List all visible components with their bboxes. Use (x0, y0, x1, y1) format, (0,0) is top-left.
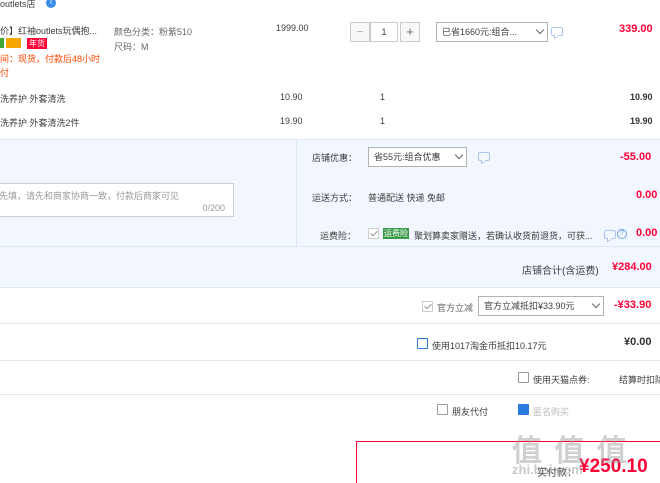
official-discount-label: 官方立减 (437, 303, 474, 313)
insurance-badge: 运费险 (383, 228, 409, 239)
quantity-minus-button[interactable]: − (350, 22, 370, 42)
service-price: 19.90 (280, 116, 303, 126)
chevron-down-icon (454, 150, 464, 160)
promo-tag: 年货 (27, 38, 47, 49)
insurance-checkbox[interactable] (368, 228, 379, 239)
item-subtotal: 339.00 (619, 23, 653, 35)
delivery-note: 间：现货，付款后48小时 (0, 54, 101, 64)
insurance-label: 运费险： (320, 231, 357, 241)
service-name: 洗养护 外套清洗 (0, 94, 66, 104)
shop-discount-label: 店铺优惠： (312, 153, 358, 163)
insurance-text: 聚划算卖家赠送，若确认收货前退货，可获... (414, 231, 592, 241)
coins-checkbox[interactable] (417, 338, 428, 349)
service-total: 10.90 (630, 92, 653, 102)
vertical-divider (296, 140, 297, 246)
service-total: 19.90 (630, 116, 653, 126)
friend-pay-checkbox[interactable] (437, 404, 448, 415)
item-discount-select-value: 已省1660元:组合... (442, 27, 518, 37)
service-qty: 1 (380, 92, 386, 102)
divider (0, 287, 660, 288)
buyer-message-placeholder: 先填，请先和商家协商一致，付款后商家可见 (0, 191, 180, 201)
coins-label: 使用1017淘金币抵扣10.17元 (432, 341, 547, 351)
tmall-card-label: 使用天猫点券: (533, 375, 590, 385)
chat-icon[interactable] (478, 152, 490, 161)
official-discount-select-value: 官方立减抵扣¥33.90元 (484, 301, 575, 311)
friend-pay-label: 朋友代付 (452, 407, 489, 417)
quantity-input[interactable]: 1 (370, 22, 398, 42)
watermark: 值 值 值 zhi.bai.com (508, 424, 660, 483)
shop-discount-select[interactable]: 省55元:组合优惠 (368, 147, 467, 167)
chevron-down-icon (535, 25, 545, 35)
divider (0, 246, 660, 247)
official-discount-select[interactable]: 官方立减抵扣¥33.90元 (478, 296, 604, 316)
item-title[interactable]: 价】红袖outlets玩偶抱... (0, 24, 97, 37)
anonymous-checkbox[interactable] (518, 404, 529, 415)
shop-info-icon[interactable]: i (46, 0, 56, 8)
item-icons (0, 37, 24, 49)
service-qty: 1 (380, 116, 386, 126)
official-discount-checkbox[interactable] (422, 301, 433, 312)
shipping-label: 运送方式： (312, 193, 358, 203)
shop-discount-select-value: 省55元:组合优惠 (374, 152, 441, 162)
chevron-down-icon (591, 299, 601, 309)
shipping-method: 普通配送 快递 免邮 (368, 193, 446, 203)
help-icon[interactable]: ? (617, 229, 627, 239)
quantity-plus-button[interactable]: + (400, 22, 420, 42)
buyer-message-input[interactable]: 先填，请先和商家协商一致，付款后商家可见 0/200 (0, 183, 234, 217)
shop-total-label: 店铺合计(含运费) (522, 266, 599, 277)
insurance-amount: 0.00 (636, 227, 658, 239)
delivery-note-2: 付 (0, 68, 10, 78)
shop-total-amount: ¥284.00 (612, 261, 652, 273)
card-icon (6, 38, 21, 48)
official-discount-amount: -¥33.90 (614, 299, 652, 311)
divider (0, 139, 660, 140)
buyer-message-counter: 0/200 (202, 203, 225, 213)
tmall-card-note: 结算时扣除 (619, 375, 660, 385)
tmall-card-checkbox[interactable] (518, 372, 529, 383)
item-unit-price: 1999.00 (276, 23, 309, 33)
shop-name[interactable]: outlets店 (0, 0, 36, 10)
shipping-amount: 0.00 (636, 189, 658, 201)
divider (0, 360, 660, 361)
coins-amount: ¥0.00 (624, 336, 652, 348)
item-discount-select[interactable]: 已省1660元:组合... (436, 22, 548, 42)
shop-discount-amount: -55.00 (620, 151, 652, 163)
green-badge-icon (0, 38, 4, 48)
chat-icon[interactable] (551, 27, 563, 36)
chat-icon[interactable] (604, 230, 616, 239)
divider (0, 323, 660, 324)
service-price: 10.90 (280, 92, 303, 102)
anonymous-label: 匿名购买 (533, 407, 570, 417)
service-name: 洗养护 外套清洗2件 (0, 118, 80, 128)
item-color: 颜色分类：粉紫510 (114, 27, 193, 37)
item-size: 尺码：M (114, 42, 149, 52)
divider (0, 394, 660, 395)
watermark-url: zhi.bai.com (512, 462, 583, 477)
